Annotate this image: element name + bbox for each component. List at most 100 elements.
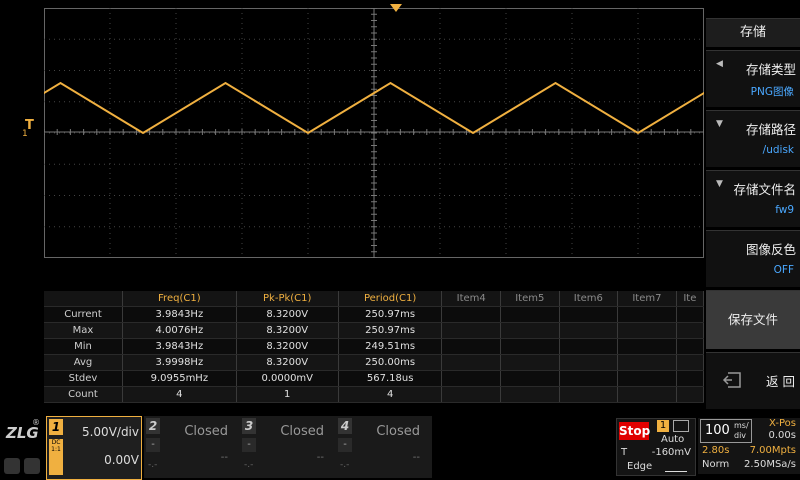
back-button-label: 返 回	[766, 374, 795, 389]
waveform-display[interactable]	[44, 8, 704, 258]
panel-title: 存储	[706, 18, 800, 47]
screen-icon[interactable]	[24, 458, 40, 474]
trigger-level: -160mV	[651, 447, 691, 458]
rising-edge-icon	[665, 463, 687, 472]
measurement-cell	[676, 338, 705, 355]
record-duration: 2.80s	[702, 445, 730, 456]
logo: ZLG ®	[4, 418, 42, 476]
trigger-level-channel: 1	[22, 129, 28, 139]
menu-item-file-name[interactable]: ▼ 存储文件名 fw9	[706, 170, 800, 227]
measurement-cell	[617, 306, 677, 323]
menu-item-label: 图像反色	[745, 242, 796, 257]
channel-number: 4	[338, 418, 352, 434]
measurement-column-header[interactable]: Pk-Pk(C1)	[236, 291, 339, 307]
channel-4-panel[interactable]: 4 Closed - -- -.-	[336, 416, 432, 478]
menu-item-value: OFF	[773, 264, 794, 276]
channel-offset: --	[316, 452, 324, 463]
trigger-level-marker[interactable]: T 1	[22, 118, 42, 140]
measurement-cell: 8.3200V	[236, 354, 339, 371]
measurement-cell: 8.3200V	[236, 306, 339, 323]
measurement-cell: 9.0955mHz	[122, 370, 237, 387]
channel-3-panel[interactable]: 3 Closed - -- -.-	[240, 416, 336, 478]
measurement-cell: 8.3200V	[236, 322, 339, 339]
menu-item-value: fw9	[775, 204, 794, 216]
trigger-source: 1	[657, 420, 669, 432]
measurement-row-label: Max	[44, 322, 123, 339]
measurement-row-label: Avg	[44, 354, 123, 371]
measurement-cell: 3.9998Hz	[122, 354, 237, 371]
menu-item-storage-type[interactable]: ◀ 存储类型 PNG图像	[706, 50, 800, 107]
channel-offset: --	[220, 452, 228, 463]
measurement-cell: 250.97ms	[338, 306, 443, 323]
measurement-cell	[676, 322, 705, 339]
channel-status: Closed	[376, 424, 420, 439]
measurement-cell	[617, 354, 677, 371]
measurement-cell	[441, 306, 502, 323]
measurement-cell	[617, 322, 677, 339]
measurement-cell	[441, 322, 502, 339]
trigger-panel[interactable]: Stop 1 Auto T -160mV Edge	[616, 418, 696, 476]
menu-item-label: 存储路径	[745, 122, 796, 137]
timebase-value: 100	[705, 423, 730, 438]
measurement-cell	[500, 386, 560, 403]
trigger-mode: Auto	[661, 434, 685, 445]
home-icon[interactable]	[4, 458, 20, 474]
memory-depth: 7.00Mpts	[749, 445, 796, 456]
measurement-cell: 3.9843Hz	[122, 306, 237, 323]
back-button[interactable]: 返 回	[706, 352, 800, 409]
chevron-down-icon: ▼	[716, 179, 723, 189]
channel-2-panel[interactable]: 2 Closed - -- -.-	[144, 416, 240, 478]
channel-1-panel[interactable]: 1 DC 1:1 5.00V/div 0.00V	[46, 416, 142, 480]
menu-icon	[673, 420, 689, 432]
measurement-column-header[interactable]: Item6	[559, 291, 619, 307]
measurement-cell	[676, 354, 705, 371]
channel-offset: --	[412, 452, 420, 463]
menu-item-storage-path[interactable]: ▼ 存储路径 /udisk	[706, 110, 800, 167]
menu-item-value: /udisk	[762, 144, 794, 156]
measurement-cell: 250.00ms	[338, 354, 443, 371]
measurement-cell	[441, 338, 502, 355]
measurement-cell	[500, 354, 560, 371]
trigger-position-marker[interactable]	[390, 4, 402, 12]
channel-number: 1	[49, 419, 63, 435]
measurement-column-header[interactable]: Item5	[500, 291, 560, 307]
measurement-cell	[441, 354, 502, 371]
measurement-row: Avg 3.9998Hz 8.3200V 250.00ms	[44, 354, 705, 371]
measurement-row: Max 4.0076Hz 8.3200V 250.97ms	[44, 322, 705, 339]
measurement-corner-cell	[44, 291, 123, 307]
measurement-cell	[500, 306, 560, 323]
run-stop-button[interactable]: Stop	[619, 422, 650, 440]
measurement-cell	[617, 370, 677, 387]
measurement-cell: 4	[122, 386, 237, 403]
channel-status: Closed	[280, 424, 324, 439]
measurement-cell	[441, 386, 502, 403]
channel-scale: -.-	[148, 460, 158, 470]
measurement-column-header[interactable]: Freq(C1)	[122, 291, 237, 307]
measurement-cell	[500, 370, 560, 387]
measurement-column-header[interactable]: Item4	[441, 291, 502, 307]
measurement-cell	[500, 322, 560, 339]
xpos-label: X-Pos	[769, 418, 796, 429]
timebase-unit-top: ms/	[734, 421, 749, 430]
measurement-row: Count 4 1 4	[44, 386, 705, 403]
timebase-panel[interactable]: 100 ms/ div X-Pos 0.00s 2.80s 7.00Mpts N…	[698, 418, 800, 474]
timebase-unit-bottom: div	[734, 431, 747, 440]
measurement-cell	[559, 338, 619, 355]
measurement-column-header[interactable]: Ite	[676, 291, 705, 307]
measurement-cell: 1	[236, 386, 339, 403]
save-file-button[interactable]: 保存文件	[706, 290, 800, 349]
measurement-cell	[676, 386, 705, 403]
measurement-row-label: Count	[44, 386, 123, 403]
measurement-cell: 4.0076Hz	[122, 322, 237, 339]
measurement-column-header[interactable]: Item7	[617, 291, 677, 307]
channel-number: 2	[146, 418, 160, 434]
timebase-value-box[interactable]: 100 ms/ div	[700, 419, 752, 443]
measurement-cell	[441, 370, 502, 387]
measurement-row: Min 3.9843Hz 8.3200V 249.51ms	[44, 338, 705, 355]
measurement-cell	[559, 306, 619, 323]
channel-coupling-icon: DC 1:1	[49, 439, 63, 475]
measurement-cell: 249.51ms	[338, 338, 443, 355]
menu-item-invert-image[interactable]: 图像反色 OFF	[706, 230, 800, 287]
measurement-column-header[interactable]: Period(C1)	[338, 291, 443, 307]
volts-per-div: 5.00V/div	[81, 425, 139, 439]
